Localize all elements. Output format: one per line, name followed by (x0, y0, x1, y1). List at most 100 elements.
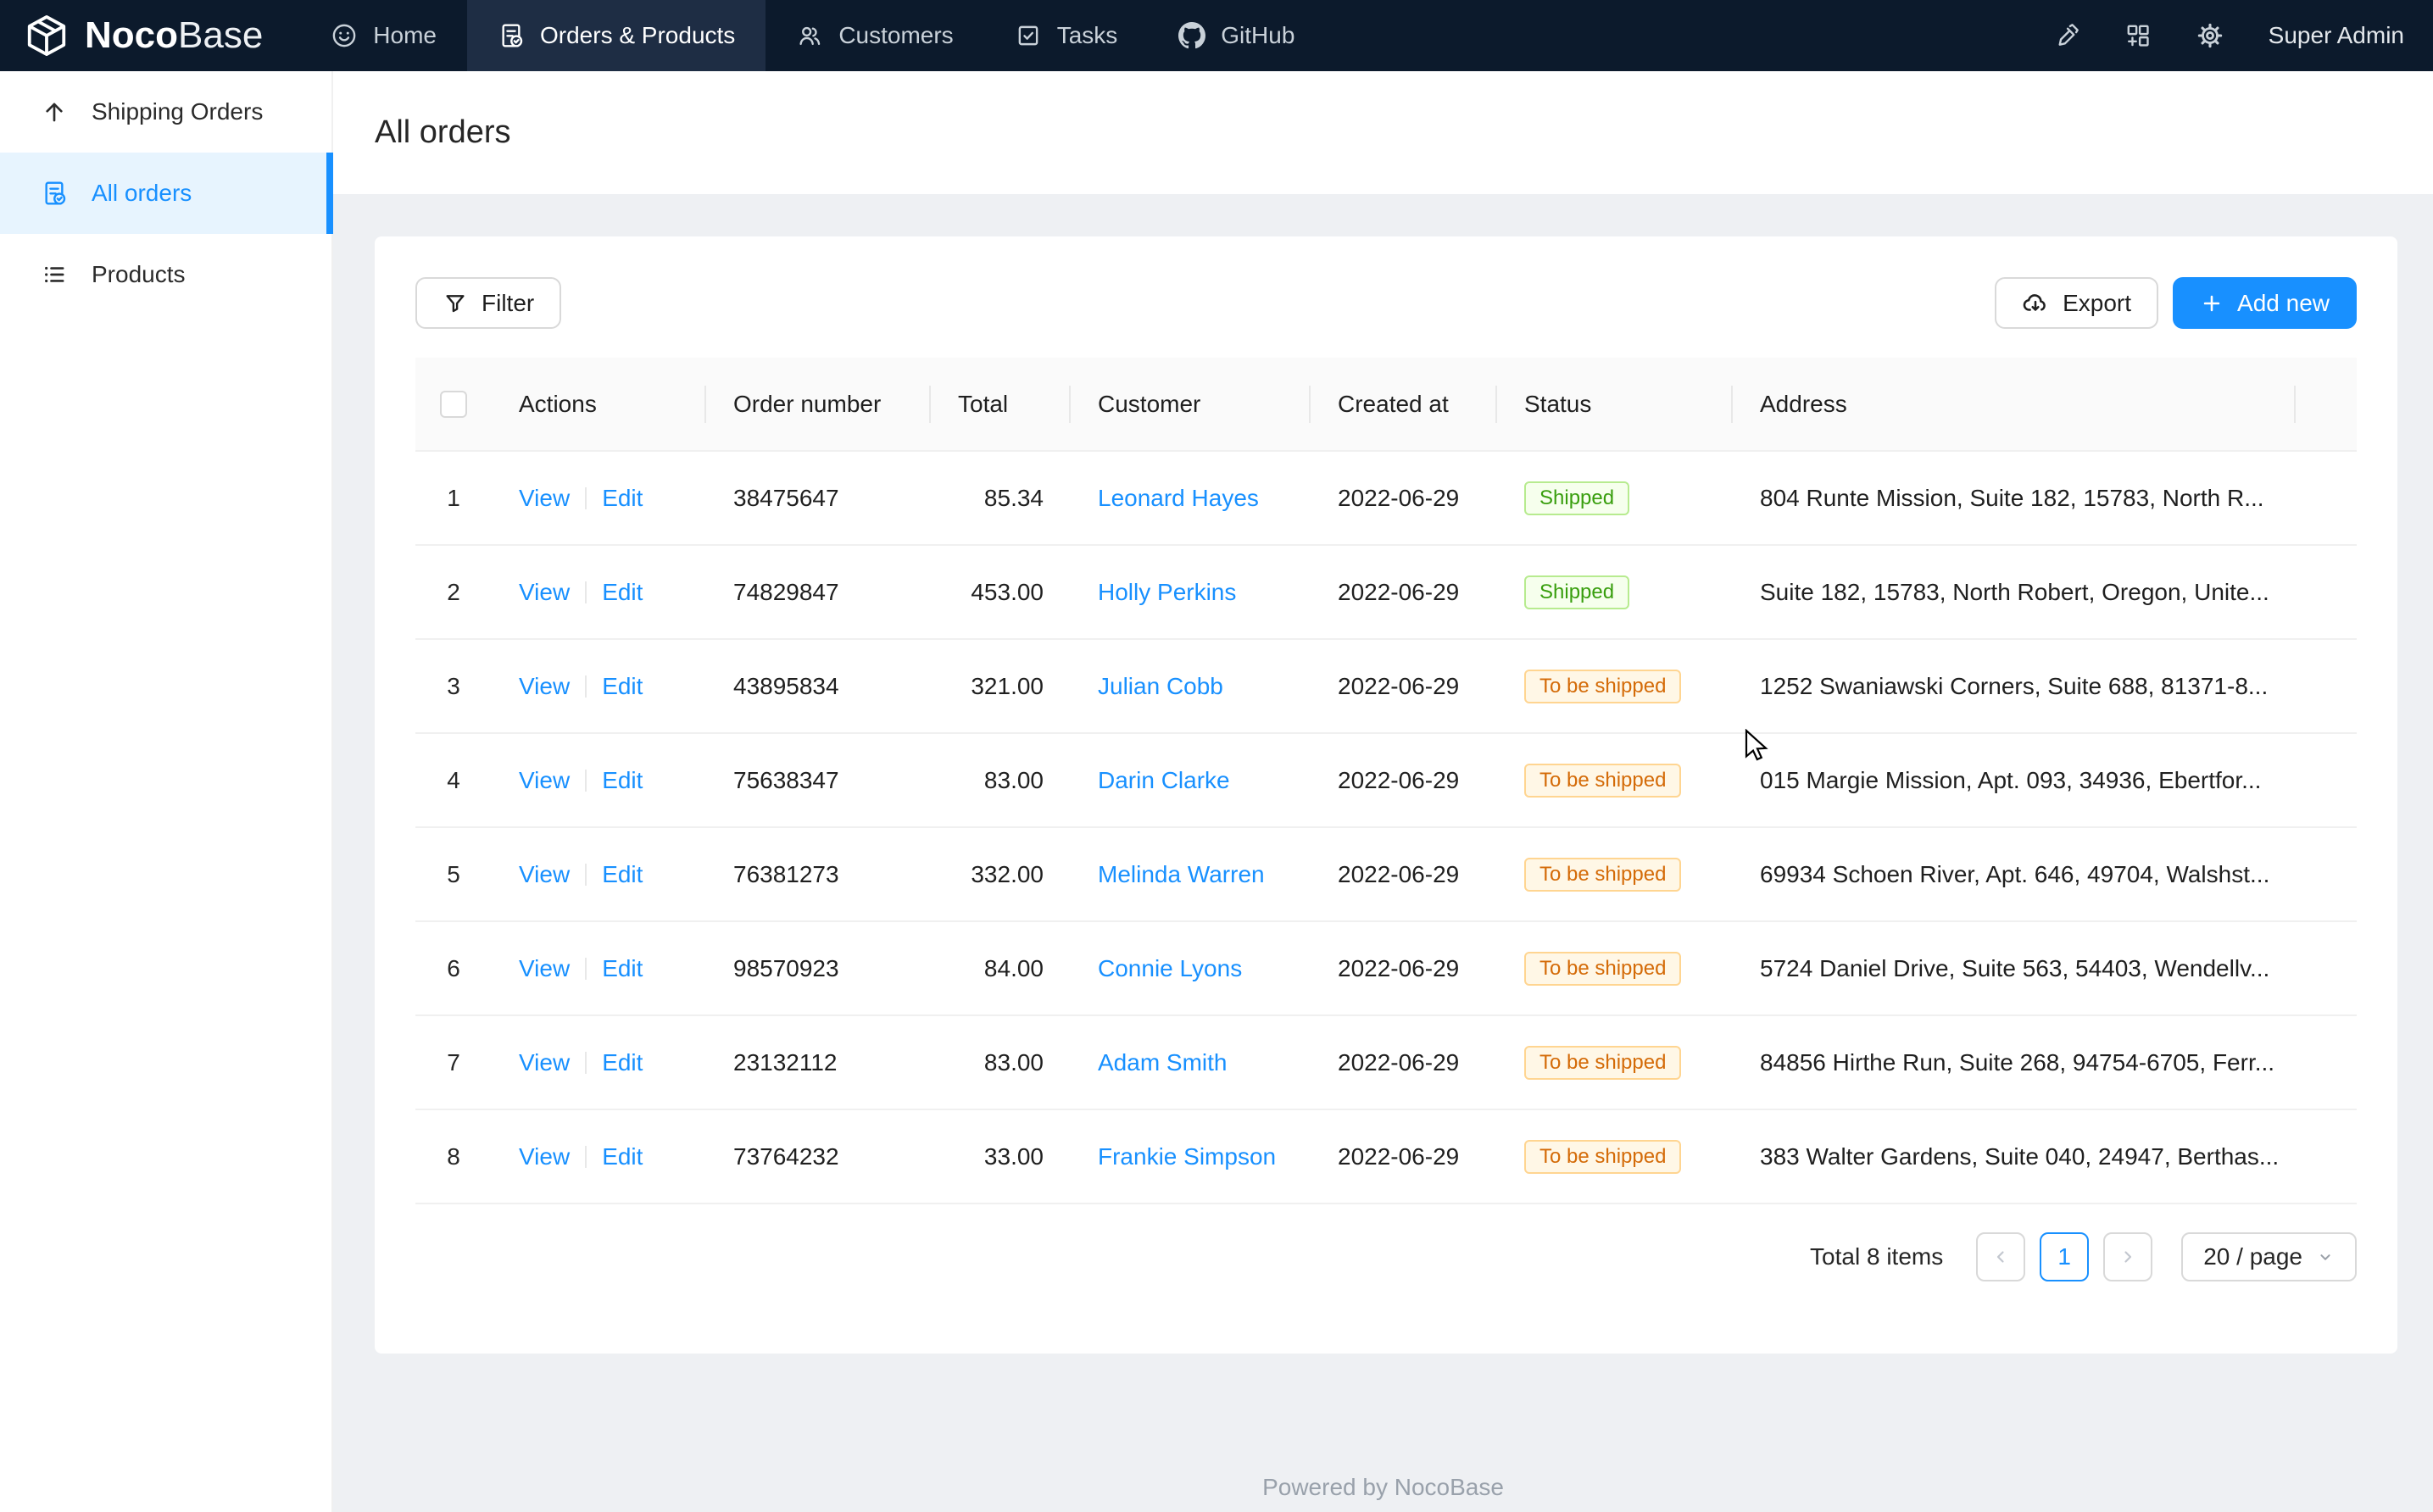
customer-link[interactable]: Leonard Hayes (1098, 485, 1259, 511)
filter-funnel-icon (443, 291, 468, 316)
status-badge: To be shipped (1524, 1140, 1681, 1174)
add-new-button[interactable]: Add new (2173, 277, 2357, 329)
header-spacer (2296, 358, 2357, 452)
customer-link[interactable]: Connie Lyons (1098, 955, 1242, 981)
customer-link[interactable]: Julian Cobb (1098, 673, 1223, 699)
ui-editor-pen-icon[interactable] (2053, 22, 2080, 49)
nav-item-home[interactable]: Home (300, 0, 467, 71)
actions-cell: View Edit (492, 1016, 706, 1110)
customer-link[interactable]: Melinda Warren (1098, 861, 1265, 887)
created-at-cell: 2022-06-29 (1311, 828, 1497, 922)
nav-item-github[interactable]: GitHub (1148, 0, 1325, 71)
chevron-down-icon (2316, 1248, 2335, 1266)
content-area: Filter Export (333, 194, 2433, 1512)
spacer-cell (2296, 640, 2357, 734)
settings-gear-icon[interactable] (2196, 21, 2224, 50)
nav-item-customers[interactable]: Customers (766, 0, 983, 71)
nav-item-label: Customers (838, 22, 953, 49)
customer-link[interactable]: Holly Perkins (1098, 579, 1236, 605)
sidebar-item-all-orders[interactable]: All orders (0, 153, 331, 234)
sidebar-item-label: Products (92, 261, 186, 288)
nav-item-tasks[interactable]: Tasks (984, 0, 1149, 71)
status-badge: To be shipped (1524, 952, 1681, 986)
view-link[interactable]: View (519, 955, 570, 981)
customer-cell: Darin Clarke (1071, 734, 1311, 828)
actions-cell: View Edit (492, 734, 706, 828)
user-menu[interactable]: Super Admin (2269, 22, 2404, 49)
pagination-prev-button[interactable] (1976, 1232, 2025, 1281)
customer-link[interactable]: Adam Smith (1098, 1049, 1228, 1076)
sidebar-item-products[interactable]: Products (0, 234, 331, 315)
customer-link[interactable]: Darin Clarke (1098, 767, 1230, 793)
view-link[interactable]: View (519, 861, 570, 887)
pagination-page-1[interactable]: 1 (2040, 1232, 2089, 1281)
table-header-row: Actions Order number Total Customer Crea… (415, 358, 2357, 452)
page-size-select[interactable]: 20 / page (2181, 1232, 2357, 1281)
check-square-icon (1015, 22, 1042, 49)
total-cell: 453.00 (931, 546, 1071, 640)
view-link[interactable]: View (519, 1143, 570, 1170)
filter-button[interactable]: Filter (415, 277, 561, 329)
action-divider (585, 864, 587, 886)
status-cell: To be shipped (1497, 1110, 1733, 1204)
table-row: 6 ViewEdit 98570923 84.00 Connie Lyons 2… (415, 922, 2357, 1016)
row-index: 8 (415, 1110, 492, 1204)
header-customer: Customer (1071, 358, 1311, 452)
pagination-next-button[interactable] (2103, 1232, 2152, 1281)
table-row: 1 ViewEdit 38475647 85.34 Leonard Hayes … (415, 452, 2357, 546)
view-link[interactable]: View (519, 485, 570, 511)
edit-link[interactable]: Edit (602, 861, 643, 887)
total-cell: 33.00 (931, 1110, 1071, 1204)
plugin-blocks-icon[interactable] (2124, 22, 2152, 49)
customer-cell: Adam Smith (1071, 1016, 1311, 1110)
spacer-cell (2296, 734, 2357, 828)
row-index: 6 (415, 922, 492, 1016)
edit-link[interactable]: Edit (602, 579, 643, 605)
view-link[interactable]: View (519, 767, 570, 793)
spacer-cell (2296, 452, 2357, 546)
status-badge: Shipped (1524, 481, 1629, 515)
action-divider (585, 487, 587, 509)
edit-link[interactable]: Edit (602, 485, 643, 511)
row-index: 2 (415, 546, 492, 640)
view-link[interactable]: View (519, 579, 570, 605)
file-done-icon (41, 180, 68, 207)
edit-link[interactable]: Edit (602, 955, 643, 981)
address-cell: 5724 Daniel Drive, Suite 563, 54403, Wen… (1733, 922, 2296, 1016)
status-cell: Shipped (1497, 452, 1733, 546)
add-new-button-label: Add new (2237, 290, 2330, 317)
view-link[interactable]: View (519, 1049, 570, 1076)
spacer-cell (2296, 828, 2357, 922)
view-link[interactable]: View (519, 673, 570, 699)
sidebar-item-label: Shipping Orders (92, 98, 263, 125)
header-order-number: Order number (706, 358, 931, 452)
customer-link[interactable]: Frankie Simpson (1098, 1143, 1276, 1170)
sidebar-item-shipping-orders[interactable]: Shipping Orders (0, 71, 331, 153)
status-cell: To be shipped (1497, 1016, 1733, 1110)
created-at-cell: 2022-06-29 (1311, 452, 1497, 546)
nocobase-logo[interactable]: NocoBase (0, 0, 300, 71)
customer-cell: Connie Lyons (1071, 922, 1311, 1016)
actions-cell: View Edit (492, 828, 706, 922)
brand-name-light: Base (178, 14, 263, 56)
edit-link[interactable]: Edit (602, 673, 643, 699)
select-all-checkbox[interactable] (440, 391, 467, 418)
powered-by-footer: Powered by NocoBase (333, 1474, 2433, 1501)
home-smiley-icon (331, 22, 358, 49)
status-cell: Shipped (1497, 546, 1733, 640)
edit-link[interactable]: Edit (602, 1049, 643, 1076)
table-row: 2 ViewEdit 74829847 453.00 Holly Perkins… (415, 546, 2357, 640)
github-icon (1178, 22, 1205, 49)
nav-item-label: Tasks (1057, 22, 1118, 49)
export-button[interactable]: Export (1995, 277, 2158, 329)
navbar-actions: Super Admin (2053, 0, 2433, 71)
created-at-cell: 2022-06-29 (1311, 546, 1497, 640)
edit-link[interactable]: Edit (602, 1143, 643, 1170)
actions-cell: View Edit (492, 1110, 706, 1204)
status-badge: To be shipped (1524, 670, 1681, 703)
spacer-cell (2296, 546, 2357, 640)
edit-link[interactable]: Edit (602, 767, 643, 793)
team-icon (796, 22, 823, 49)
nav-item-orders-products[interactable]: Orders & Products (467, 0, 766, 71)
table-row: 5 ViewEdit 76381273 332.00 Melinda Warre… (415, 828, 2357, 922)
